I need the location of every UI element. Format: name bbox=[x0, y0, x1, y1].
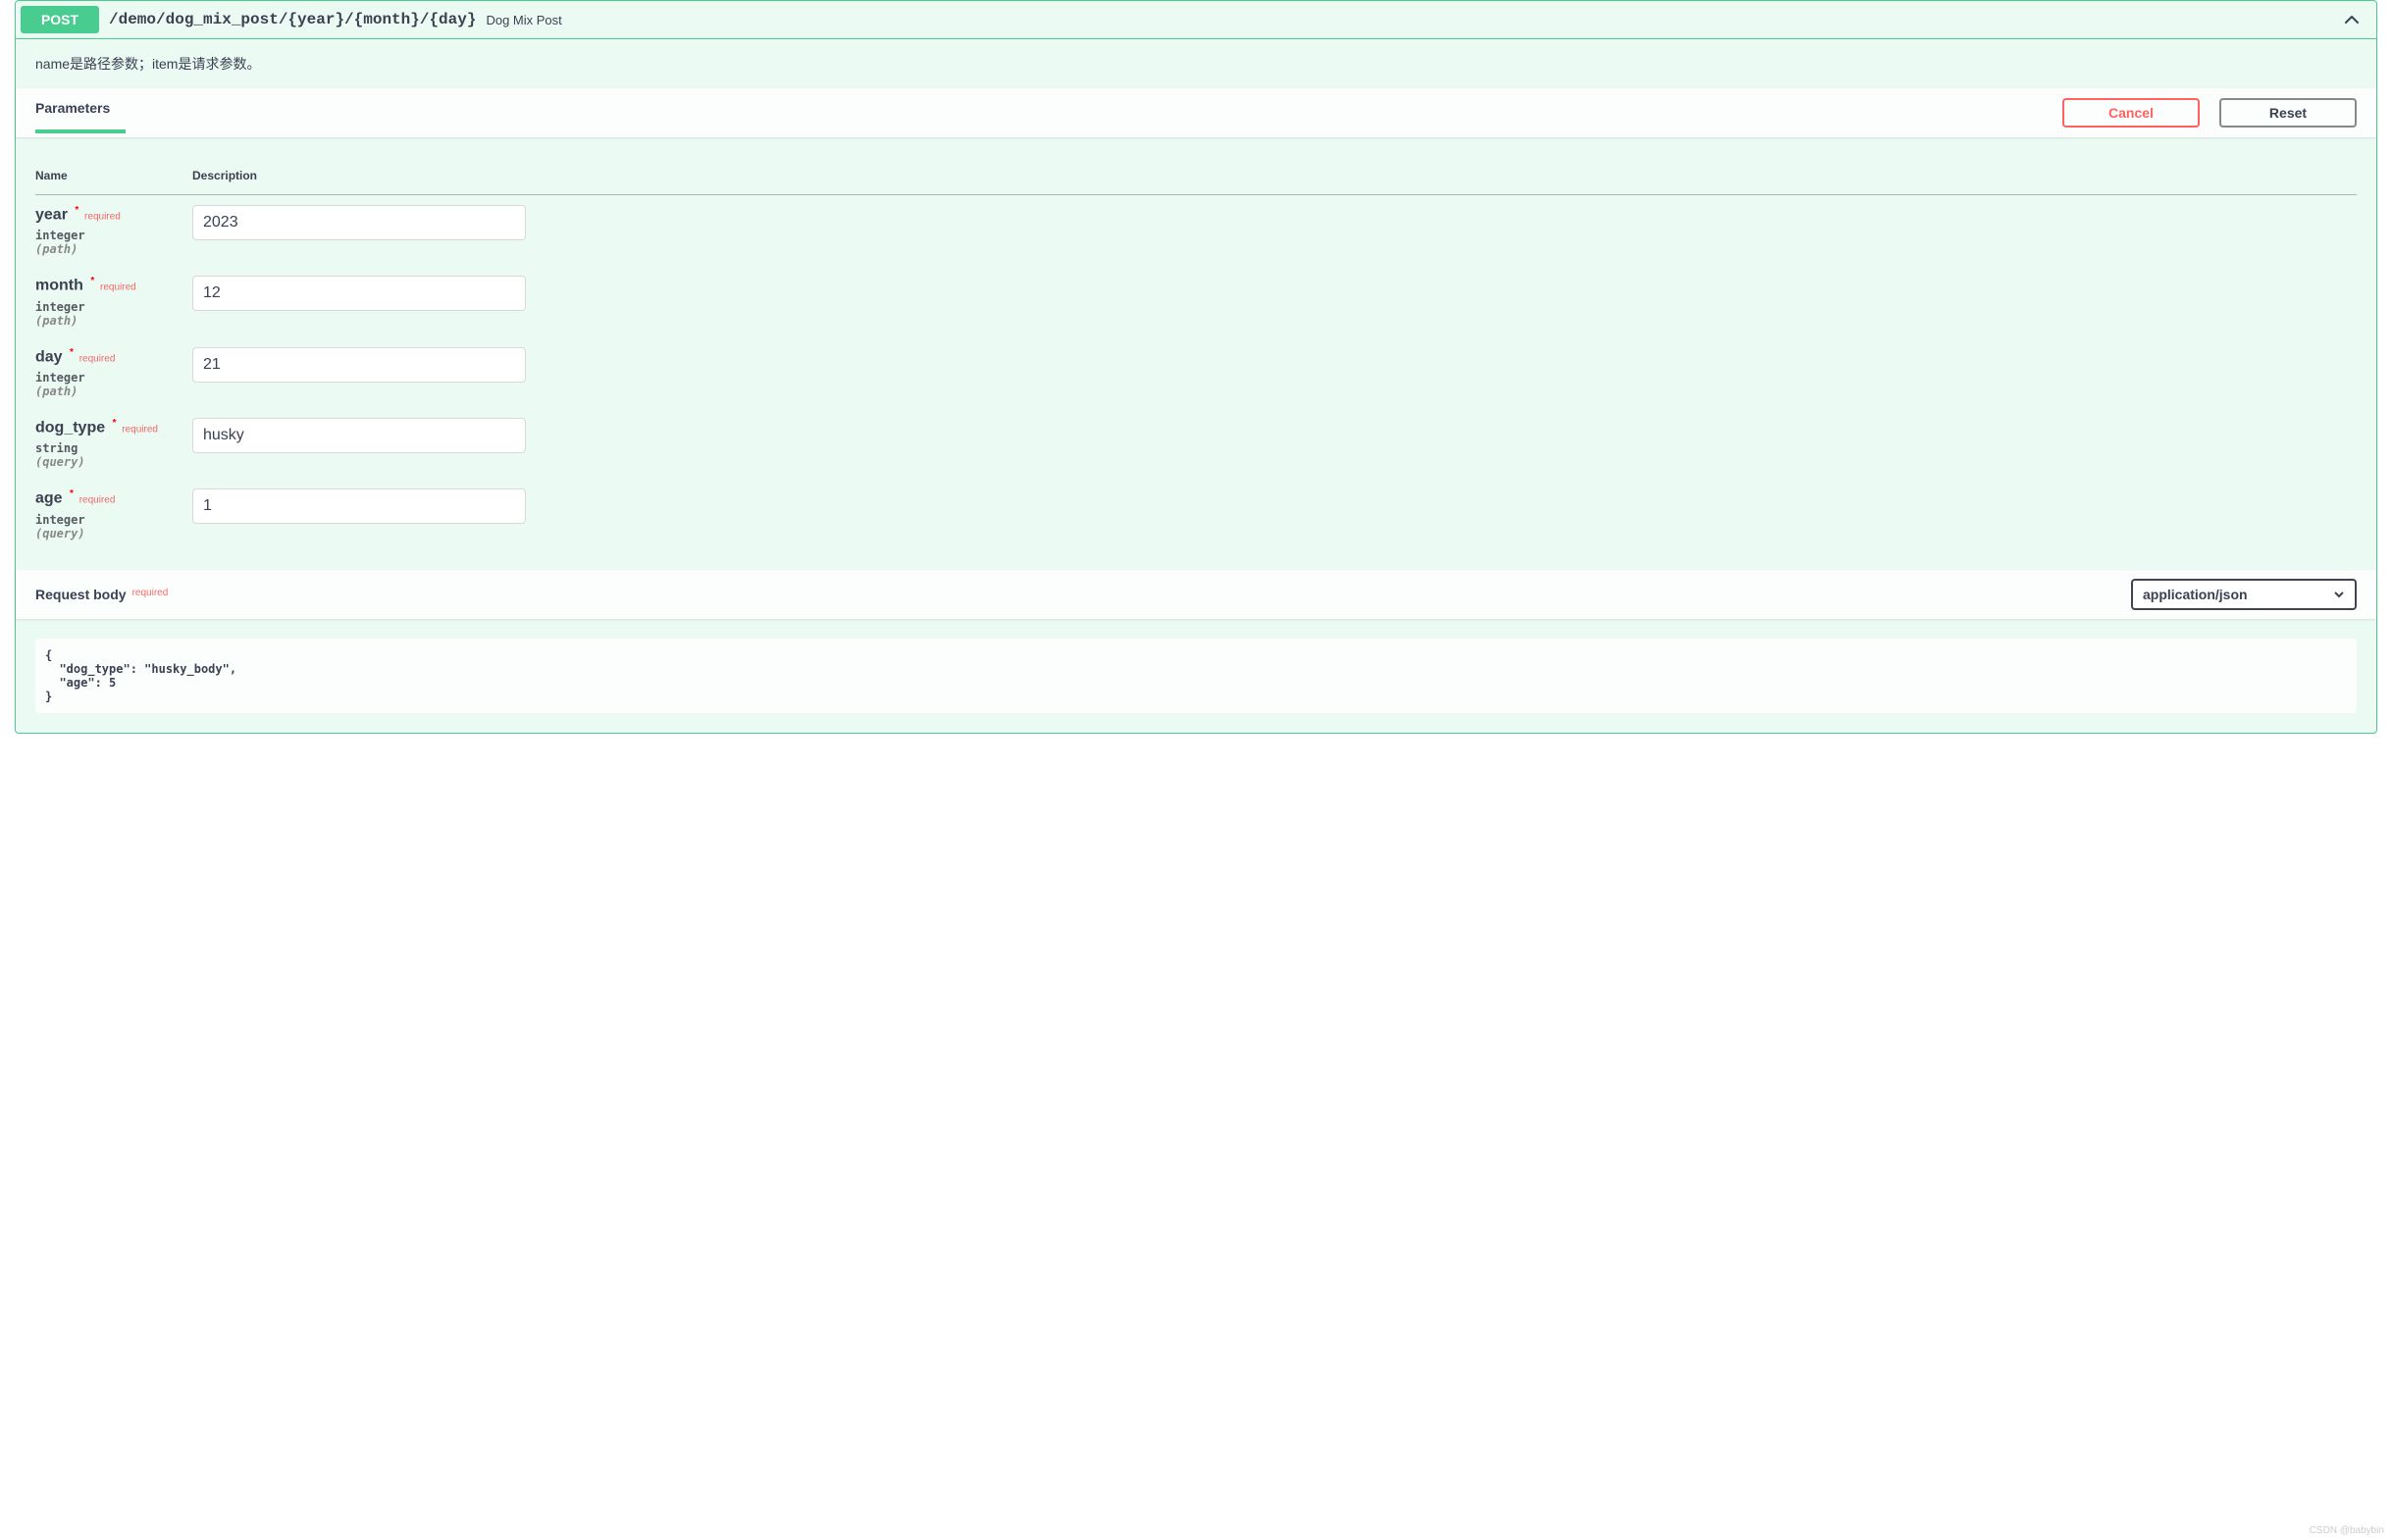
content-type-select[interactable]: application/json bbox=[2131, 579, 2357, 610]
operation-description-text: name是路径参数；item是请求参数。 bbox=[35, 54, 2357, 74]
parameter-input[interactable] bbox=[192, 418, 526, 453]
parameter-value-cell bbox=[192, 266, 2357, 336]
collapse-arrow-icon[interactable] bbox=[2342, 10, 2362, 29]
reset-button[interactable]: Reset bbox=[2219, 98, 2357, 128]
parameter-input[interactable] bbox=[192, 347, 526, 383]
required-label: required bbox=[97, 282, 135, 293]
tab-parameters[interactable]: Parameters bbox=[35, 100, 110, 126]
request-body-payload[interactable]: { "dog_type": "husky_body", "age": 5 } bbox=[35, 639, 2357, 713]
required-label: required bbox=[77, 495, 115, 506]
parameter-name-cell: day * requiredinteger(path) bbox=[35, 337, 192, 408]
parameter-value-cell bbox=[192, 337, 2357, 408]
required-label: required bbox=[81, 211, 120, 222]
parameter-in: (query) bbox=[35, 455, 192, 469]
request-body-header: Request bodyrequired application/json bbox=[16, 570, 2376, 619]
parameter-row: year * requiredinteger(path) bbox=[35, 195, 2357, 267]
parameter-type: integer bbox=[35, 295, 192, 314]
parameter-value-cell bbox=[192, 195, 2357, 267]
parameter-input[interactable] bbox=[192, 276, 526, 311]
parameter-name-cell: age * requiredinteger(query) bbox=[35, 479, 192, 549]
parameter-in: (path) bbox=[35, 385, 192, 398]
parameter-type: integer bbox=[35, 224, 192, 242]
parameter-name: year * required bbox=[35, 205, 192, 224]
required-label: required bbox=[77, 353, 115, 364]
parameter-name: dog_type * required bbox=[35, 418, 192, 436]
parameter-row: month * requiredinteger(path) bbox=[35, 266, 2357, 336]
parameter-name: day * required bbox=[35, 347, 192, 366]
parameter-value-cell bbox=[192, 408, 2357, 479]
parameters-container: Name Description year * requiredinteger(… bbox=[16, 137, 2376, 570]
request-body-required-label: required bbox=[127, 588, 169, 598]
parameter-row: age * requiredinteger(query) bbox=[35, 479, 2357, 549]
cancel-button[interactable]: Cancel bbox=[2062, 98, 2200, 128]
required-star-icon: * bbox=[67, 488, 77, 499]
column-header-description: Description bbox=[192, 157, 2357, 195]
column-header-name: Name bbox=[35, 157, 192, 195]
operation-block: POST /demo/dog_mix_post/{year}/{month}/{… bbox=[15, 0, 2377, 734]
parameter-row: dog_type * requiredstring(query) bbox=[35, 408, 2357, 479]
parameter-input[interactable] bbox=[192, 205, 526, 240]
parameter-in: (path) bbox=[35, 314, 192, 328]
parameter-row: day * requiredinteger(path) bbox=[35, 337, 2357, 408]
operation-path: /demo/dog_mix_post/{year}/{month}/{day} bbox=[99, 11, 486, 28]
http-method-badge: POST bbox=[21, 6, 99, 33]
parameter-name: month * required bbox=[35, 276, 192, 294]
parameter-in: (query) bbox=[35, 527, 192, 540]
parameter-input[interactable] bbox=[192, 488, 526, 524]
parameter-name-cell: dog_type * requiredstring(query) bbox=[35, 408, 192, 479]
operation-description: name是路径参数；item是请求参数。 bbox=[16, 39, 2376, 88]
parameters-table: Name Description year * requiredinteger(… bbox=[35, 157, 2357, 550]
operation-summary[interactable]: POST /demo/dog_mix_post/{year}/{month}/{… bbox=[16, 1, 2376, 39]
parameter-type: integer bbox=[35, 366, 192, 385]
parameter-type: string bbox=[35, 436, 192, 455]
parameter-value-cell bbox=[192, 479, 2357, 549]
required-star-icon: * bbox=[72, 205, 81, 216]
required-star-icon: * bbox=[87, 276, 97, 286]
operation-short-description: Dog Mix Post bbox=[486, 13, 2342, 27]
parameter-name-cell: month * requiredinteger(path) bbox=[35, 266, 192, 336]
request-body-container: { "dog_type": "husky_body", "age": 5 } bbox=[16, 619, 2376, 733]
required-label: required bbox=[119, 424, 157, 435]
watermark: CSDN @babybin bbox=[2310, 1525, 2384, 1536]
required-star-icon: * bbox=[110, 418, 120, 429]
parameter-name-cell: year * requiredinteger(path) bbox=[35, 195, 192, 267]
required-star-icon: * bbox=[67, 347, 77, 358]
parameter-type: integer bbox=[35, 508, 192, 527]
parameters-header: Parameters Cancel Reset bbox=[16, 88, 2376, 137]
request-body-title: Request bodyrequired bbox=[35, 587, 2131, 602]
parameter-in: (path) bbox=[35, 242, 192, 256]
parameter-name: age * required bbox=[35, 488, 192, 507]
